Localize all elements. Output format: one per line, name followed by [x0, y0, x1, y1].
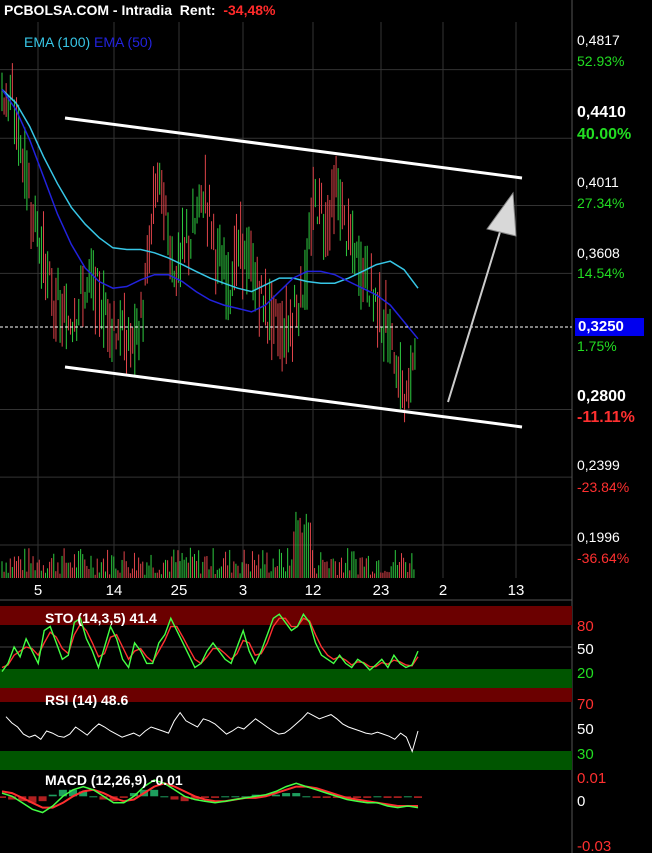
rent-label: Rent:	[179, 2, 216, 18]
price-level-3: 0,3608	[577, 245, 620, 261]
macd-hist-30	[302, 796, 311, 798]
x-tick-3: 3	[238, 582, 248, 599]
ema-legend: EMA (100) EMA (50)	[24, 34, 152, 50]
macd-level-zero: 0	[577, 793, 586, 810]
chart-canvas	[0, 0, 573, 853]
macd-hist-5	[48, 794, 57, 797]
projection-arrow-head	[486, 191, 517, 237]
macd-hist-29	[292, 793, 301, 797]
upper-trendline	[64, 116, 523, 180]
x-tick-2: 25	[170, 582, 188, 599]
price-level-6: 0,2399	[577, 457, 620, 473]
x-tick-5: 23	[372, 582, 390, 599]
x-tick-0: 5	[33, 582, 43, 599]
rsi-level-50: 50	[577, 721, 594, 738]
sto-label: STO (14,3,5) 41.4	[45, 610, 157, 626]
price-level-0: 0,4817	[577, 32, 620, 48]
pct-level-1: 40.00%	[577, 126, 632, 143]
header-title: PCBOLSA.COM - Intradia	[4, 2, 173, 18]
macd-hist-9	[89, 796, 98, 798]
macd-hist-39	[393, 796, 402, 798]
ema50-legend: EMA (50)	[94, 34, 153, 50]
macd-level-top: 0.01	[577, 770, 607, 787]
x-tick-4: 12	[304, 582, 322, 599]
sto-level-50: 50	[577, 641, 594, 658]
macd-hist-4	[38, 796, 47, 802]
macd-level-bottom: -0.03	[577, 838, 612, 853]
price-level-1: 0,4410	[577, 104, 626, 121]
rsi-label: RSI (14) 48.6	[45, 692, 129, 708]
macd-hist-36	[363, 796, 372, 798]
chart-header: PCBOLSA.COM - Intradia Rent: -34,48%	[4, 2, 276, 18]
rsi-level-70: 70	[577, 696, 594, 713]
rsi-level-30: 30	[577, 746, 594, 763]
lower-trendline	[64, 365, 523, 429]
pct-level-6: -23.84%	[577, 479, 630, 495]
x-tick-1: 14	[105, 582, 123, 599]
pct-level-2: 27.34%	[577, 195, 625, 211]
macd-label: MACD (12,26,9) -0.01	[45, 772, 183, 788]
macd-hist-28	[282, 793, 291, 797]
macd-hist-17	[170, 796, 179, 800]
chart-root: { "header": { "title": "PCBOLSA.COM - In…	[0, 0, 652, 853]
macd-hist-16	[160, 796, 169, 798]
pct-level-4: 1.75%	[577, 338, 617, 354]
rsi-oversold-band	[0, 751, 572, 770]
rsi-line	[5, 711, 419, 754]
rent-value: -34,48%	[223, 2, 276, 18]
macd-hist-15	[150, 789, 159, 797]
macd-hist-23	[231, 796, 240, 798]
macd-hist-22	[221, 796, 230, 798]
macd-hist-38	[383, 796, 392, 798]
price-level-7: 0,1996	[577, 529, 620, 545]
macd-hist-37	[373, 796, 382, 798]
pct-level-5: -11.11%	[577, 409, 635, 426]
x-tick-7: 13	[507, 582, 525, 599]
x-tick-6: 2	[438, 582, 448, 599]
price-level-5: 0,2800	[577, 388, 626, 405]
sto-level-80: 80	[577, 618, 594, 635]
macd-hist-40	[403, 796, 412, 798]
macd-hist-35	[353, 796, 362, 798]
macd-hist-12	[119, 796, 128, 798]
current-price-badge: 0,3250	[575, 318, 644, 336]
macd-hist-0	[0, 796, 6, 798]
macd-hist-41	[414, 796, 422, 798]
projection-arrow-shaft	[447, 231, 501, 403]
pct-level-7: -36.64%	[577, 550, 630, 566]
ema100-legend: EMA (100)	[24, 34, 91, 50]
price-level-2: 0,4011	[577, 174, 619, 190]
macd-hist-32	[322, 796, 331, 798]
pct-level-0: 52.93%	[577, 53, 625, 69]
sto-oversold-band	[0, 669, 572, 688]
pct-level-3: 14.54%	[577, 265, 625, 281]
macd-hist-21	[211, 796, 220, 798]
macd-hist-31	[312, 796, 321, 798]
sto-level-20: 20	[577, 665, 594, 682]
